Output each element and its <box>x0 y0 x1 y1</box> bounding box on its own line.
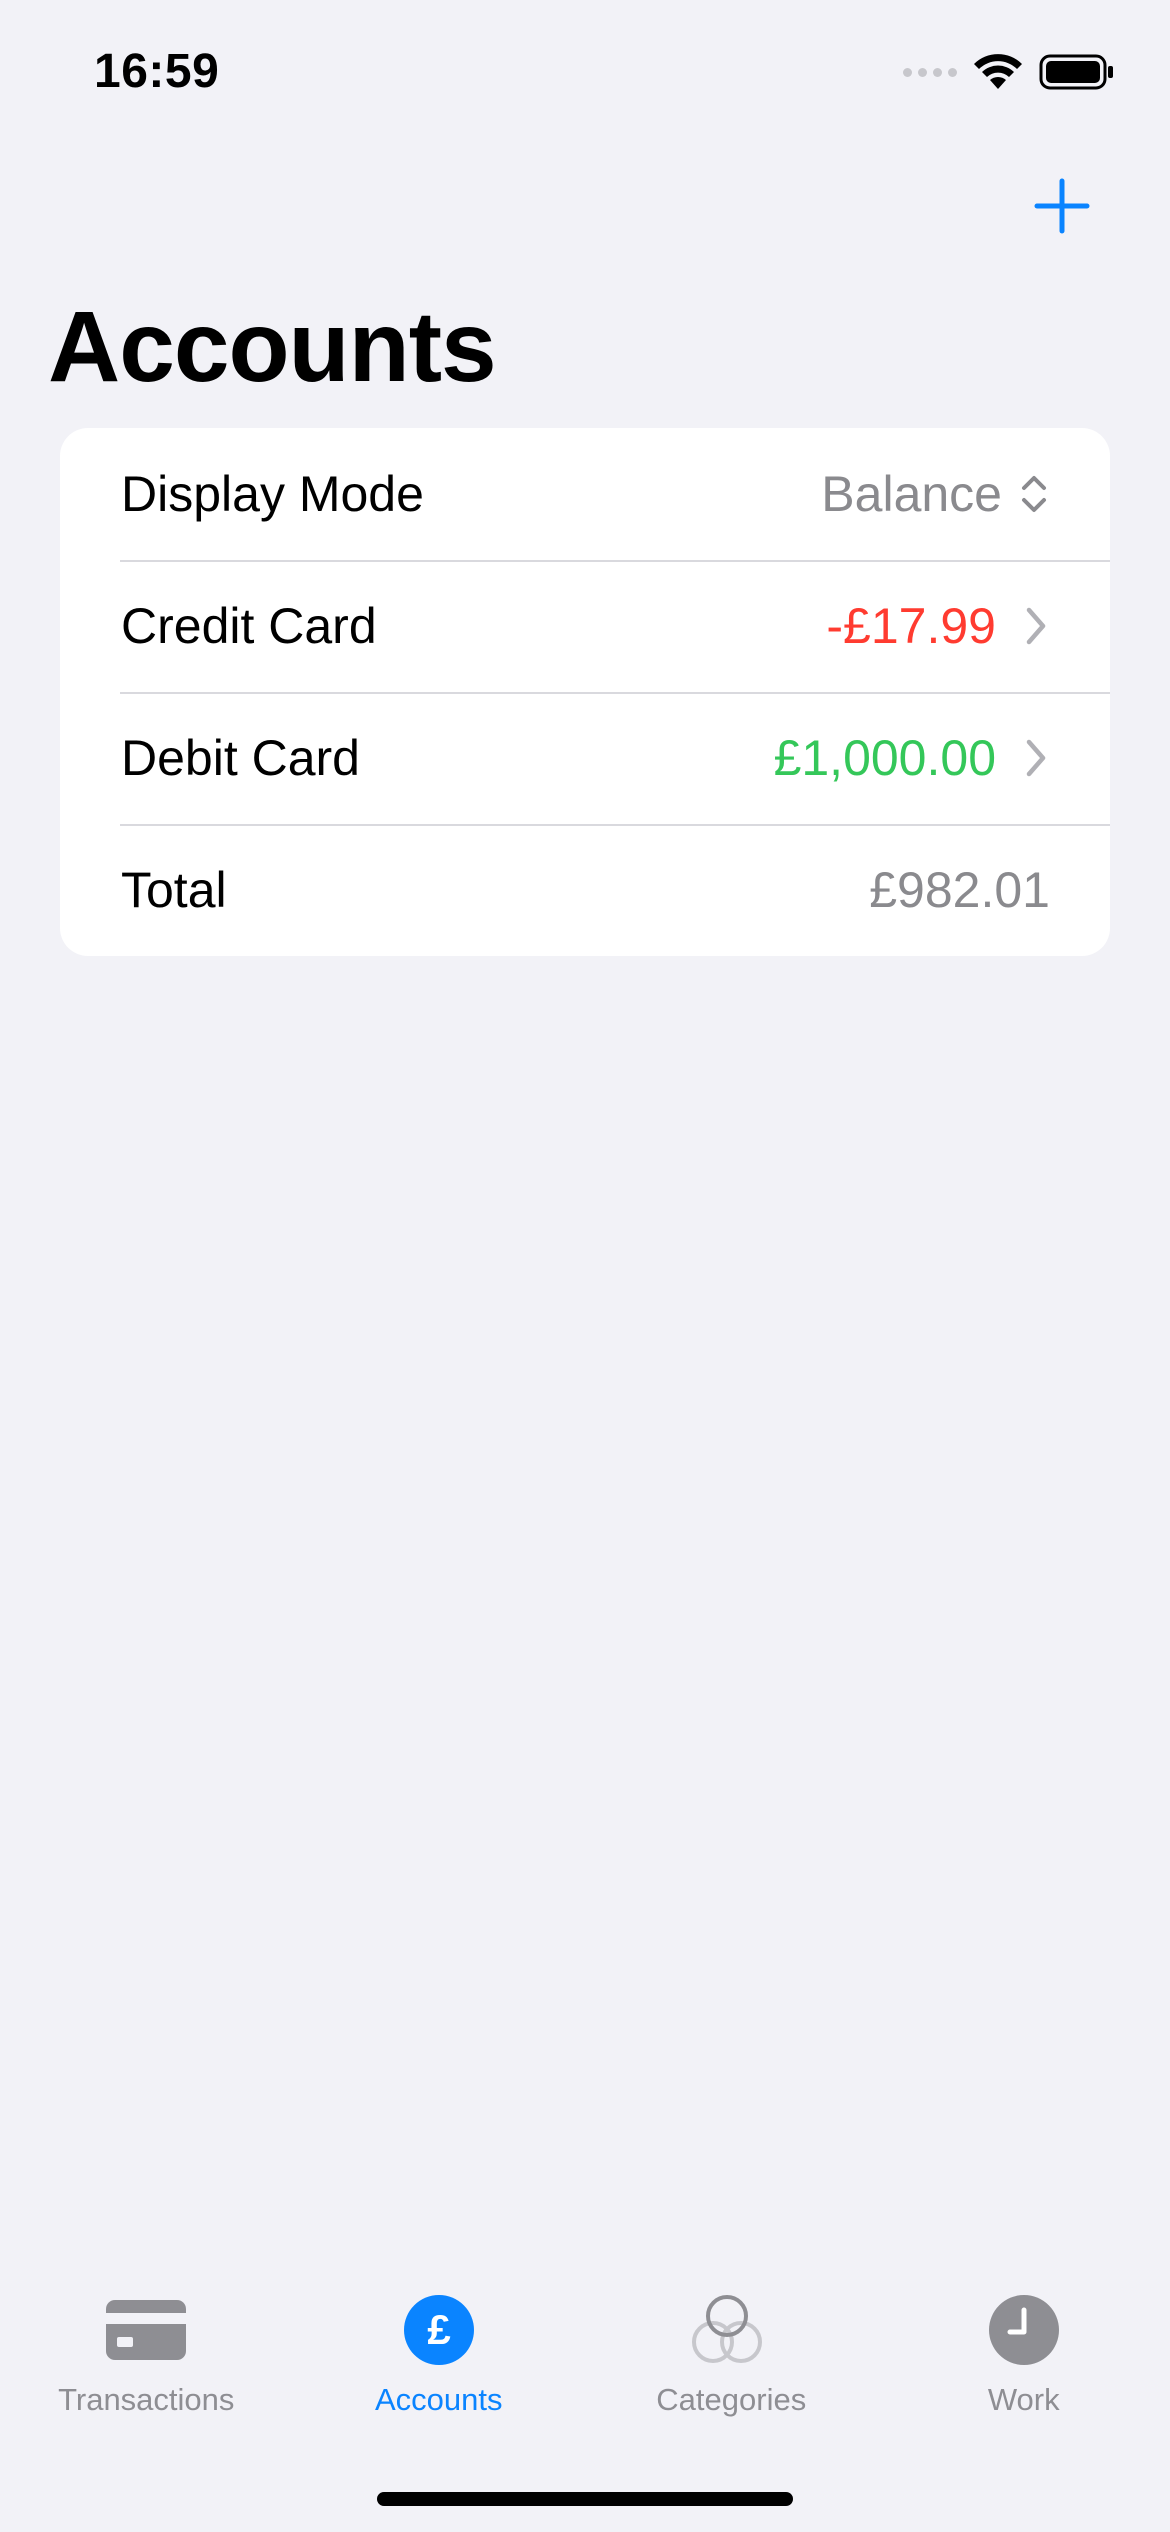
tab-accounts[interactable]: £ Accounts <box>293 2280 586 2450</box>
account-amount: £1,000.00 <box>773 730 996 786</box>
wifi-icon <box>974 54 1022 89</box>
add-account-button[interactable] <box>1034 178 1090 234</box>
account-name: Debit Card <box>121 730 360 786</box>
chevron-up-down-icon <box>1022 476 1046 512</box>
chevron-right-icon <box>1026 739 1046 777</box>
tab-label: Work <box>987 2382 1060 2417</box>
tab-label: Transactions <box>58 2382 235 2417</box>
display-mode-picker[interactable]: Display Mode Balance <box>60 428 1110 560</box>
svg-text:£: £ <box>427 2306 450 2353</box>
total-row: Total £982.01 <box>60 824 1110 956</box>
status-icons <box>903 52 1115 92</box>
page-title: Accounts <box>48 291 497 403</box>
account-row-debit-card[interactable]: Debit Card £1,000.00 <box>60 692 1110 824</box>
credit-card-icon <box>101 2292 191 2368</box>
pound-circle-icon: £ <box>394 2292 484 2368</box>
accounts-card: Display Mode Balance Credit Card -£17.99… <box>60 428 1110 956</box>
display-mode-label: Display Mode <box>121 466 424 522</box>
tab-label: Categories <box>656 2382 807 2417</box>
cellular-signal-icon <box>903 67 957 77</box>
tab-work[interactable]: Work <box>878 2280 1170 2450</box>
home-indicator[interactable] <box>377 2492 793 2506</box>
total-value: £982.01 <box>869 862 1050 918</box>
chevron-right-icon <box>1026 607 1046 645</box>
account-name: Credit Card <box>121 598 377 654</box>
circles-icon <box>686 2292 776 2368</box>
display-mode-value: Balance <box>821 466 1002 522</box>
status-bar: 16:59 <box>0 0 1170 150</box>
account-row-credit-card[interactable]: Credit Card -£17.99 <box>60 560 1110 692</box>
battery-icon <box>1039 54 1113 90</box>
total-label: Total <box>121 862 227 918</box>
account-amount: -£17.99 <box>826 598 996 654</box>
tab-categories[interactable]: Categories <box>585 2280 878 2450</box>
tab-transactions[interactable]: Transactions <box>0 2280 293 2450</box>
tab-bar: Transactions £ Accounts Categories Work <box>0 2280 1170 2450</box>
status-time: 16:59 <box>94 45 220 98</box>
plus-icon <box>1034 178 1090 234</box>
clock-icon <box>979 2292 1069 2368</box>
tab-label: Accounts <box>374 2382 503 2417</box>
